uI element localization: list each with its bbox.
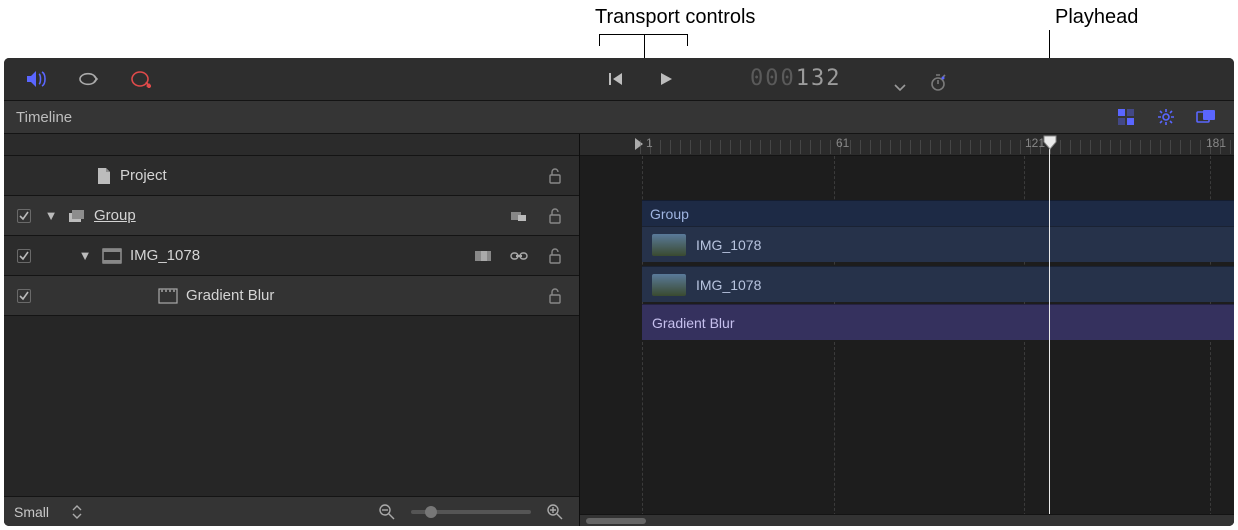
annotation-bracket-stem bbox=[644, 34, 645, 58]
timeline-tracks-panel: 1 61 121 181 Group IMG_1078 IMG_107 bbox=[580, 134, 1234, 526]
layer-row-group[interactable]: ▼ Group bbox=[4, 196, 579, 236]
main-area: Project ▼ Group bbox=[4, 134, 1234, 526]
lock-icon[interactable] bbox=[541, 202, 569, 230]
ruler-tick-61: 61 bbox=[836, 136, 849, 150]
tracks-area: Group IMG_1078 IMG_1078 Gradient Blur bbox=[580, 156, 1234, 512]
track-clip-label: IMG_1078 bbox=[696, 237, 761, 253]
playhead[interactable] bbox=[1049, 137, 1050, 526]
layer-list-header bbox=[4, 134, 579, 156]
play-button[interactable] bbox=[652, 65, 680, 93]
track-clip-filter[interactable]: Gradient Blur bbox=[642, 304, 1234, 340]
layer-name-project: Project bbox=[120, 167, 167, 184]
audio-mute-icon[interactable] bbox=[22, 65, 50, 93]
zoom-slider-thumb[interactable] bbox=[425, 506, 437, 518]
layer-list-panel: Project ▼ Group bbox=[4, 134, 580, 526]
clip-thumbnail-icon bbox=[652, 274, 686, 296]
layer-row-filter[interactable]: Gradient Blur bbox=[4, 276, 579, 316]
disclosure-triangle-icon[interactable]: ▼ bbox=[44, 208, 58, 223]
track-clip-media2[interactable]: IMG_1078 bbox=[642, 266, 1234, 302]
playhead-marker-icon[interactable] bbox=[1042, 135, 1058, 151]
ruler-tick-181: 181 bbox=[1206, 136, 1226, 150]
layer-name-filter: Gradient Blur bbox=[186, 287, 274, 304]
mask-icon[interactable] bbox=[1192, 103, 1220, 131]
timecode-display[interactable]: 000132 bbox=[750, 66, 842, 91]
track-clip-group[interactable]: Group bbox=[642, 200, 1234, 226]
record-icon[interactable] bbox=[126, 65, 154, 93]
lock-icon[interactable] bbox=[541, 162, 569, 190]
timecode-menu-icon[interactable] bbox=[886, 74, 914, 102]
track-clip-label: IMG_1078 bbox=[696, 277, 761, 293]
timecode-value: 132 bbox=[796, 66, 842, 91]
layer-row-project[interactable]: Project bbox=[4, 156, 579, 196]
show-keyframes-icon[interactable] bbox=[1112, 103, 1140, 131]
row-size-stepper[interactable] bbox=[63, 498, 91, 526]
annotation-transport: Transport controls bbox=[595, 6, 755, 29]
ruler-tick-1: 1 bbox=[646, 136, 653, 150]
timecode-leading: 000 bbox=[750, 66, 796, 91]
horizontal-scrollbar[interactable] bbox=[580, 514, 1234, 526]
timeline-title: Timeline bbox=[4, 109, 72, 126]
filmstrip-icon bbox=[102, 248, 122, 264]
visibility-checkbox[interactable] bbox=[17, 209, 31, 223]
transport-controls bbox=[602, 58, 680, 100]
layer-list-empty-area bbox=[4, 316, 579, 496]
annotation-bracket-r bbox=[687, 34, 688, 46]
layer-name-media: IMG_1078 bbox=[130, 247, 200, 264]
timeline-title-bar: Timeline bbox=[4, 100, 1234, 134]
frame-blending-icon[interactable] bbox=[469, 242, 497, 270]
row-size-label: Small bbox=[14, 504, 49, 520]
document-icon bbox=[96, 167, 112, 185]
lock-icon[interactable] bbox=[541, 282, 569, 310]
annotation-bracket-l bbox=[599, 34, 600, 46]
go-to-start-button[interactable] bbox=[602, 65, 630, 93]
track-clip-label: Gradient Blur bbox=[652, 315, 734, 331]
filter-icon bbox=[158, 288, 178, 304]
clip-thumbnail-icon bbox=[652, 234, 686, 256]
annotation-playhead: Playhead bbox=[1055, 6, 1138, 29]
ruler-ticks bbox=[640, 140, 1234, 154]
scrollbar-thumb[interactable] bbox=[586, 518, 646, 524]
transport-toolbar: 000132 bbox=[4, 58, 1234, 100]
stopwatch-icon[interactable] bbox=[924, 68, 952, 96]
gear-icon[interactable] bbox=[1152, 103, 1180, 131]
visibility-checkbox[interactable] bbox=[17, 249, 31, 263]
isolate-icon[interactable] bbox=[505, 202, 533, 230]
visibility-checkbox[interactable] bbox=[17, 289, 31, 303]
zoom-in-icon[interactable] bbox=[541, 498, 569, 526]
zoom-slider[interactable] bbox=[411, 510, 531, 514]
layer-row-media[interactable]: ▼ IMG_1078 bbox=[4, 236, 579, 276]
disclosure-triangle-icon[interactable]: ▼ bbox=[78, 248, 92, 263]
lock-icon[interactable] bbox=[541, 242, 569, 270]
annotation-bracket-h bbox=[599, 34, 687, 35]
zoom-out-icon[interactable] bbox=[373, 498, 401, 526]
track-clip-media1[interactable]: IMG_1078 bbox=[642, 226, 1234, 262]
layer-list-footer: Small bbox=[4, 496, 579, 526]
layers-icon bbox=[68, 209, 86, 223]
link-icon[interactable] bbox=[505, 242, 533, 270]
timeline-ruler[interactable]: 1 61 121 181 bbox=[580, 134, 1234, 156]
track-clip-label: Group bbox=[650, 206, 689, 222]
layer-name-group: Group bbox=[94, 207, 136, 224]
loop-icon[interactable] bbox=[74, 65, 102, 93]
app-window: 000132 Timeline bbox=[4, 58, 1234, 526]
